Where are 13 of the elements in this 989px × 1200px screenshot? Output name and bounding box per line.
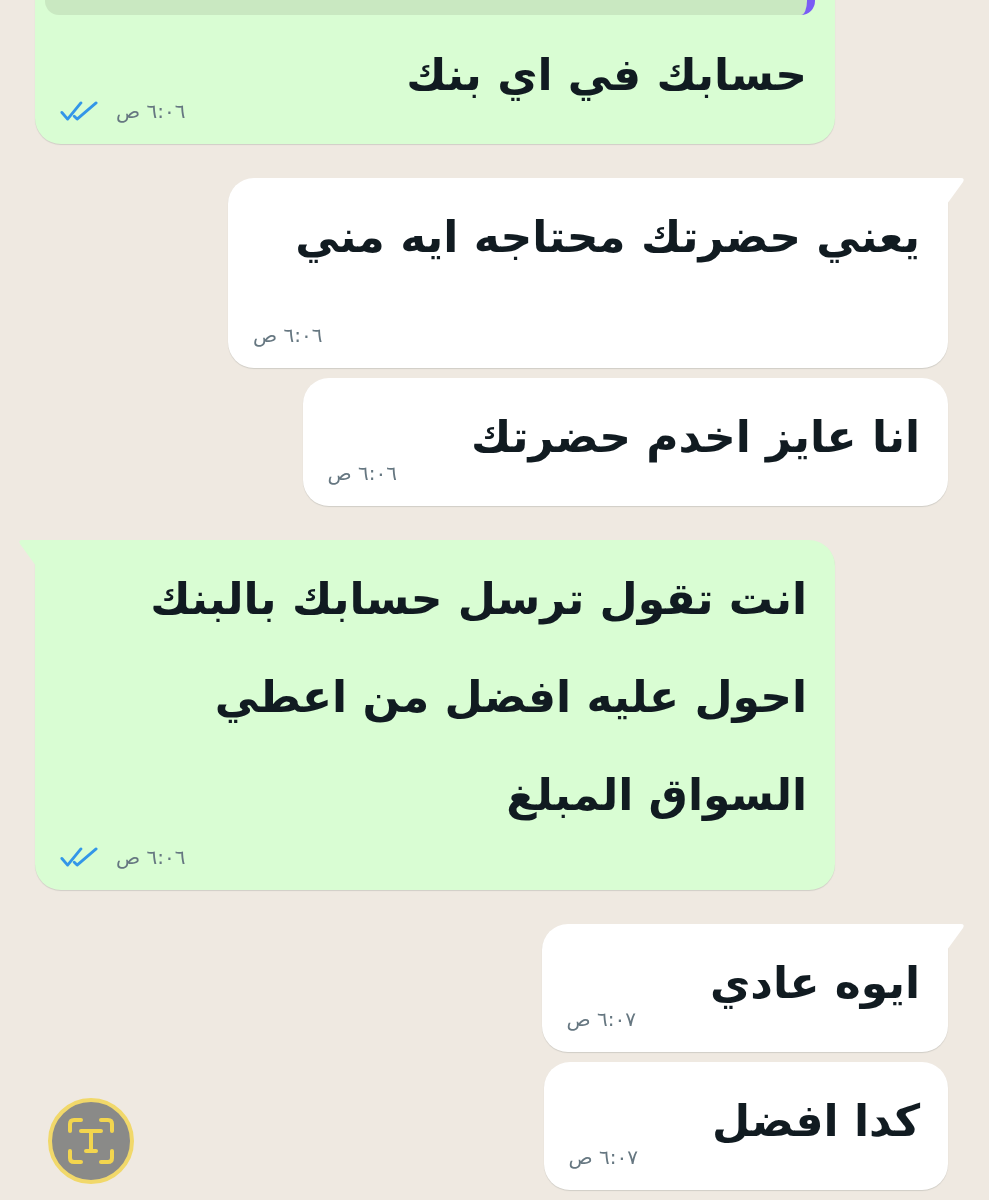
message-text: انت تقول ترسل حسابك بالبنك احول عليه افضل من اعطي السواق المبلغ bbox=[150, 572, 807, 823]
message-time: ٦:٠٧ ص bbox=[568, 1145, 639, 1169]
message-time: ٦:٠٧ ص bbox=[566, 1007, 637, 1031]
message-time: ٦:٠٦ ص bbox=[116, 845, 186, 869]
message-text: يعني حضرتك محتاجه ايه مني bbox=[295, 210, 920, 265]
message-text: كدا افضل bbox=[712, 1094, 920, 1148]
message-text: حسابك في اي بنك bbox=[406, 48, 807, 103]
message-text: ايوه عادي bbox=[710, 956, 920, 1011]
message-text: انا عايز اخدم حضرتك bbox=[471, 410, 920, 465]
message-time: ٦:٠٦ ص bbox=[253, 323, 323, 347]
message-time: ٦:٠٦ ص bbox=[327, 461, 398, 485]
message-time: ٦:٠٦ ص bbox=[116, 99, 186, 123]
text-scan-icon bbox=[66, 1116, 116, 1166]
